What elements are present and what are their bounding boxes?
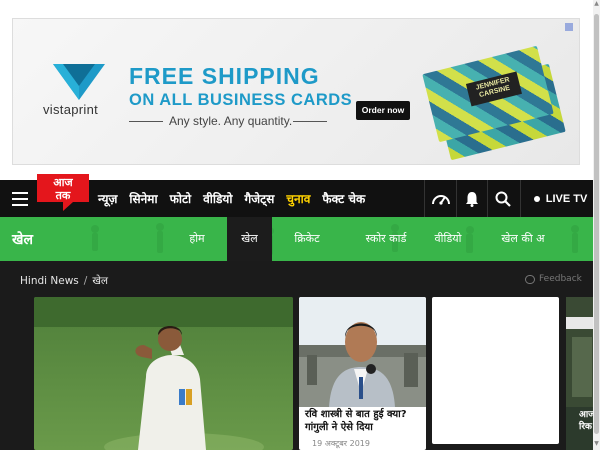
nav-link-elections[interactable]: चुनाव	[286, 190, 310, 207]
page-scrollbar[interactable]: ▲ ▼	[593, 0, 600, 450]
feedback-label: Feedback	[539, 274, 582, 284]
bell-icon	[466, 191, 478, 207]
aajtak-logo[interactable]: आज तक	[33, 172, 93, 212]
breadcrumb-separator: /	[83, 275, 88, 287]
live-tv-label: LIVE TV	[545, 192, 588, 205]
ad-headline-line2: ON ALL BUSINESS CARDS	[129, 91, 353, 109]
cricketer-bowling-photo	[34, 297, 293, 450]
nav-link-news[interactable]: न्यूज़	[98, 190, 117, 207]
sports-subnav: खेल होम खेल क्रिकेट स्कोर कार्ड वीडियो ख…	[0, 217, 600, 261]
nav-link-fact-check[interactable]: फैक्ट चेक	[322, 190, 365, 207]
scrollbar-thumb[interactable]	[594, 14, 599, 434]
subnav-item-more[interactable]: खेल की अ	[492, 217, 554, 261]
vistaprint-ad-banner[interactable]: vistaprint FREE SHIPPING ON ALL BUSINESS…	[12, 18, 580, 165]
live-dot-icon	[533, 195, 540, 202]
speed-gauge-button[interactable]	[424, 180, 456, 217]
aajtak-logo-icon: आज तक	[37, 174, 89, 211]
story-card-ganguly[interactable]: रवि शास्त्री से बात हुई क्या? गांगुली ने…	[299, 297, 426, 450]
search-icon	[495, 191, 511, 207]
ad-choices-icon[interactable]	[565, 23, 573, 31]
vistaprint-logo-mark-icon	[53, 64, 105, 100]
search-button[interactable]	[487, 180, 518, 217]
breadcrumb-sports: खेल	[92, 275, 109, 287]
vistaprint-brand-text: vistaprint	[43, 102, 99, 117]
live-tv-button[interactable]: LIVE TV	[520, 180, 600, 217]
nav-link-gadgets[interactable]: गैजेट्स	[245, 190, 275, 207]
menu-icon[interactable]	[12, 192, 28, 210]
feedback-icon	[525, 274, 535, 284]
section-title: खेल	[12, 232, 33, 248]
header-icon-group	[424, 180, 518, 217]
ad-divider-left	[129, 121, 163, 122]
ad-container: vistaprint FREE SHIPPING ON ALL BUSINESS…	[0, 0, 600, 180]
story-card-title[interactable]: रवि शास्त्री से बात हुई क्या? गांगुली ने…	[305, 409, 423, 435]
scroll-up-arrow-icon[interactable]: ▲	[593, 0, 600, 10]
notifications-button[interactable]	[456, 180, 487, 217]
sourav-ganguly-photo	[299, 297, 426, 407]
subnav-item-home[interactable]: होम	[174, 217, 220, 261]
svg-text:तक: तक	[55, 189, 71, 202]
order-now-button[interactable]: Order now	[356, 101, 410, 120]
nav-link-cinema[interactable]: सिनेमा	[129, 190, 157, 207]
subnav-item-scorecard[interactable]: स्कोर कार्ड	[347, 217, 425, 261]
subnav-item-sports[interactable]: खेल	[227, 217, 272, 261]
business-card-name: JENNIFER CARSINE	[465, 71, 522, 107]
breadcrumb-hindi-news[interactable]: Hindi News	[20, 275, 79, 287]
svg-text:आज: आज	[53, 176, 73, 189]
feedback-button[interactable]: Feedback	[525, 274, 582, 284]
scroll-down-arrow-icon[interactable]: ▼	[593, 440, 600, 450]
ad-divider-right	[293, 121, 327, 122]
ad-tagline: Any style. Any quantity.	[169, 114, 293, 128]
main-nav-links: न्यूज़ सिनेमा फोटो वीडियो गैजेट्स चुनाव …	[98, 190, 377, 207]
breadcrumb: Hindi News / खेल	[20, 274, 108, 288]
page: vistaprint FREE SHIPPING ON ALL BUSINESS…	[0, 0, 600, 450]
subnav-item-cricket[interactable]: क्रिकेट	[280, 217, 334, 261]
nav-link-photo[interactable]: फोटो	[170, 190, 192, 207]
nav-link-video[interactable]: वीडियो	[203, 190, 232, 207]
ad-headline-line1: FREE SHIPPING	[129, 63, 320, 89]
subnav-item-video[interactable]: वीडियो	[426, 217, 470, 261]
story-card-photo	[299, 297, 426, 407]
story-card-placeholder[interactable]	[432, 297, 559, 444]
main-story-card[interactable]	[34, 297, 293, 450]
story-card-date: 19 अक्टूबर 2019	[312, 439, 370, 448]
speed-gauge-icon	[431, 194, 450, 205]
